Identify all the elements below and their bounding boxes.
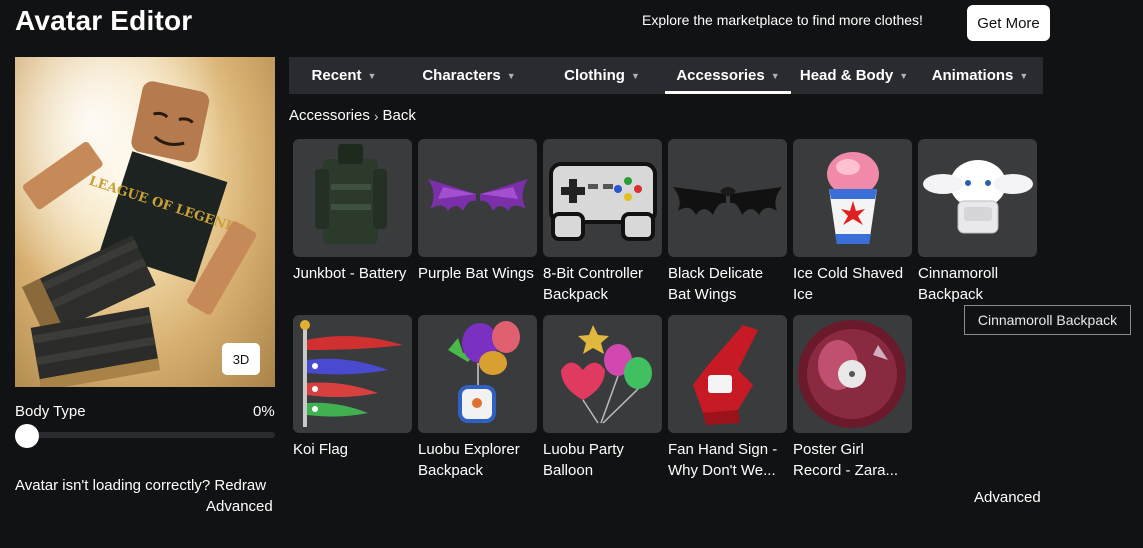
item-name: Junkbot - Battery [293,265,407,282]
tab-recent[interactable]: Recent ▼ [289,57,399,94]
item-card-luobu-party-balloon[interactable]: Luobu Party Balloon [543,315,662,481]
tab-head-body[interactable]: Head & Body ▼ [791,57,917,94]
item-thumbnail [543,315,662,433]
item-thumbnail [668,139,787,257]
chevron-down-icon: ▼ [899,70,909,81]
item-card-ice-cold-shaved-ice[interactable]: Ice Cold Shaved Ice [793,139,912,305]
tab-label: Recent [311,67,362,84]
advanced-link-left[interactable]: Advanced [206,498,273,515]
item-card-cinnamoroll-backpack[interactable]: Cinnamoroll Backpack [918,139,1037,305]
item-thumbnail [293,139,412,257]
tab-characters[interactable]: Characters ▼ [399,57,539,94]
get-more-button[interactable]: Get More [967,5,1050,41]
item-name: Fan Hand Sign - Why Don't We... [668,441,778,479]
body-type-slider-track[interactable] [15,432,275,438]
tab-label: Head & Body [799,67,894,84]
redraw-link[interactable]: Redraw [214,477,266,494]
item-name: Purple Bat Wings [418,265,534,282]
battery-icon [315,144,387,244]
item-thumbnail [793,139,912,257]
item-thumbnail [918,139,1037,257]
item-thumbnail [668,315,787,433]
chevron-down-icon: ▼ [1019,70,1029,81]
advanced-link-right[interactable]: Advanced [974,489,1041,506]
item-name: Poster Girl Record - Zara... [793,441,899,479]
breadcrumb-current: Accessories [289,107,370,124]
tab-label: Clothing [564,67,625,84]
item-card-luobu-explorer-backpack[interactable]: Luobu Explorer Backpack [418,315,537,481]
black-wings-icon [673,187,782,215]
page-title: Avatar Editor [15,5,193,36]
marketplace-promo-text: Explore the marketplace to find more clo… [642,12,923,28]
item-tooltip: Cinnamoroll Backpack [964,305,1131,335]
tab-accessories[interactable]: Accessories ▼ [665,57,791,94]
koi-flag-icon [300,320,403,427]
tab-clothing[interactable]: Clothing ▼ [539,57,665,94]
view-3d-toggle[interactable]: 3D [222,343,260,375]
chevron-right-icon: › [373,107,379,124]
item-card-fan-hand-sign[interactable]: Fan Hand Sign - Why Don't We... [668,315,787,481]
tab-label: Characters [422,67,501,84]
item-name: Cinnamoroll Backpack [918,265,999,303]
chevron-down-icon: ▼ [630,70,640,81]
item-card-black-delicate-bat-wings[interactable]: Black Delicate Bat Wings [668,139,787,305]
avatar-status-row: Avatar isn't loading correctly? Redraw [15,477,266,494]
item-thumbnail [543,139,662,257]
tab-animations[interactable]: Animations ▼ [917,57,1043,94]
avatar-status-message: Avatar isn't loading correctly? [15,477,211,494]
vinyl-record-icon [798,320,906,428]
chevron-down-icon: ▼ [770,70,780,81]
cinnamoroll-icon [923,160,1033,234]
item-name: Koi Flag [293,441,349,458]
item-thumbnail [293,315,412,433]
breadcrumb: Accessories › Back [289,107,416,124]
item-name: Luobu Explorer Backpack [418,441,520,479]
category-tabs: Recent ▼ Characters ▼ Clothing ▼ Accessorie… [289,57,1043,94]
item-thumbnail [418,315,537,433]
item-card-koi-flag[interactable]: Koi Flag [293,315,412,460]
balloon-backpack-icon [448,321,520,423]
chevron-down-icon: ▼ [367,70,377,81]
item-card-junkbot-battery[interactable]: Junkbot - Battery [293,139,412,284]
item-thumbnail [418,139,537,257]
avatar-preview[interactable]: LEAGUE OF LEGENDS 3D [15,57,275,387]
body-type-value: 0% [253,403,275,420]
tab-label: Animations [931,67,1014,84]
tab-label: Accessories [676,67,765,84]
bat-wings-icon [428,179,528,211]
item-name: Luobu Party Balloon [543,441,624,479]
item-name: Black Delicate Bat Wings [668,265,764,303]
item-name: Ice Cold Shaved Ice [793,265,904,303]
avatar-figure: LEAGUE OF LEGENDS [15,57,275,387]
controller-icon [549,162,657,241]
shaved-ice-icon [827,152,879,244]
body-type-slider-thumb[interactable] [15,424,39,448]
body-type-label: Body Type [15,403,86,420]
party-balloon-icon [561,325,652,424]
foam-hand-icon [693,325,758,425]
item-card-poster-girl-record[interactable]: Poster Girl Record - Zara... [793,315,912,481]
breadcrumb-back-link[interactable]: Back [383,107,416,124]
item-thumbnail [793,315,912,433]
chevron-down-icon: ▼ [506,70,516,81]
item-card-purple-bat-wings[interactable]: Purple Bat Wings [418,139,537,284]
item-card-8bit-controller-backpack[interactable]: 8-Bit Controller Backpack [543,139,662,305]
item-name: 8-Bit Controller Backpack [543,265,644,303]
